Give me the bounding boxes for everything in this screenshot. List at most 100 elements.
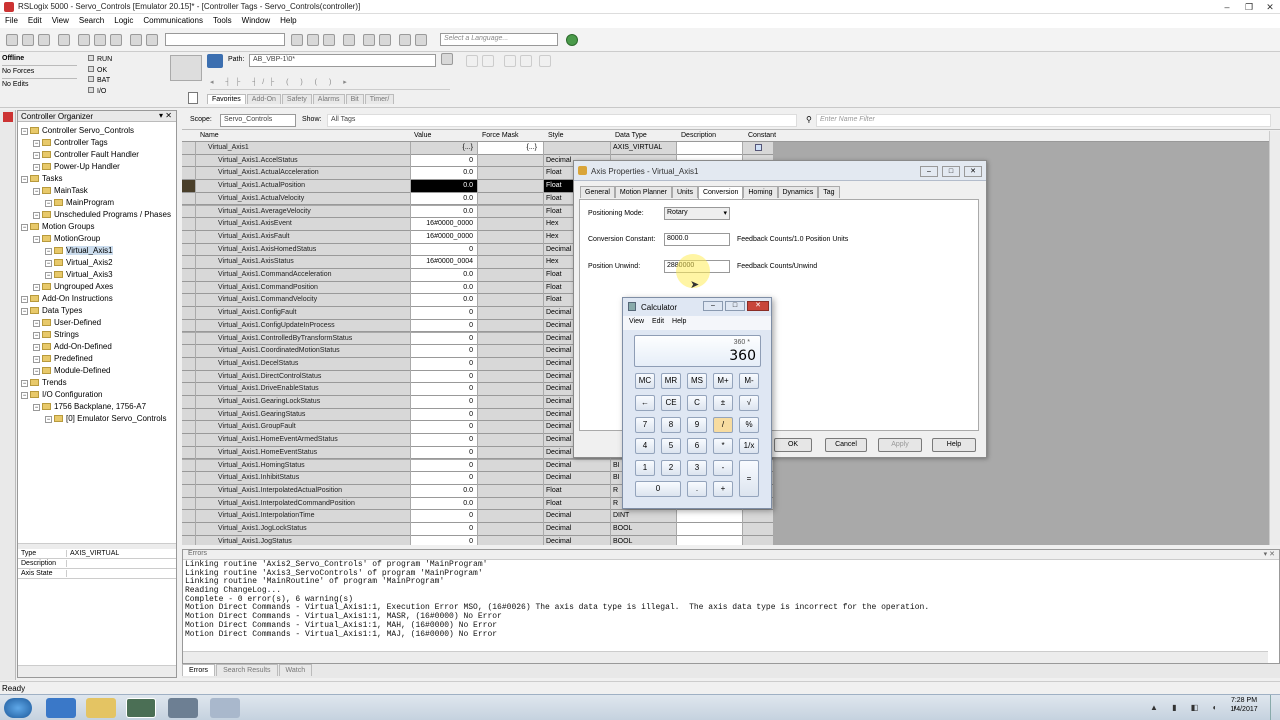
expander-icon[interactable]: − bbox=[21, 296, 28, 303]
organizer-item[interactable]: − Controller Fault Handler bbox=[18, 149, 176, 161]
tag-value[interactable]: 16#0000_0000 bbox=[411, 218, 477, 231]
tag-value[interactable]: 0 bbox=[411, 510, 477, 523]
expander-icon[interactable]: − bbox=[45, 260, 52, 267]
expander-icon[interactable]: − bbox=[33, 404, 40, 411]
offline-icon[interactable] bbox=[520, 55, 532, 67]
row-selector[interactable] bbox=[182, 523, 195, 536]
tab-homing[interactable]: Homing bbox=[743, 186, 778, 198]
cancel-button[interactable]: Cancel bbox=[825, 438, 867, 452]
row-selector[interactable] bbox=[182, 269, 195, 282]
organizer-item[interactable]: − Tasks bbox=[18, 173, 176, 185]
tag-style[interactable]: Decimal bbox=[544, 472, 610, 485]
row-selector[interactable] bbox=[182, 167, 195, 181]
row-selector[interactable] bbox=[182, 319, 195, 333]
organizer-item[interactable]: − User-Defined bbox=[18, 317, 176, 329]
calc-key[interactable]: - bbox=[713, 460, 733, 476]
tag-value[interactable]: 0 bbox=[411, 535, 477, 545]
restore-button[interactable]: ❐ bbox=[1240, 1, 1258, 13]
row-selector[interactable] bbox=[182, 484, 195, 498]
language-select[interactable]: Select a Language... bbox=[440, 33, 558, 46]
tab-general[interactable]: General bbox=[580, 186, 615, 198]
tag-value[interactable]: 0 bbox=[411, 154, 477, 168]
who-active-icon[interactable] bbox=[441, 53, 453, 65]
dialog-close-button[interactable]: ✕ bbox=[964, 166, 982, 177]
instruction-tab-alarms[interactable]: Alarms bbox=[312, 94, 345, 104]
calc-key[interactable]: CE bbox=[661, 395, 681, 411]
expander-icon[interactable]: − bbox=[33, 236, 40, 243]
props-hscroll[interactable] bbox=[18, 665, 176, 677]
calc-key[interactable]: 3 bbox=[687, 460, 707, 476]
tag-value[interactable]: 0.0 bbox=[411, 192, 477, 206]
dialog-maximize-button[interactable]: □ bbox=[942, 166, 960, 177]
tag-description[interactable] bbox=[677, 510, 742, 523]
row-selector[interactable] bbox=[182, 243, 195, 257]
expander-icon[interactable]: − bbox=[33, 284, 40, 291]
organizer-item[interactable]: − 1756 Backplane, 1756-A7 bbox=[18, 401, 176, 413]
calc-key[interactable]: / bbox=[713, 417, 733, 433]
instruction-tab-safety[interactable]: Safety bbox=[281, 94, 312, 104]
organizer-item[interactable]: − [0] Emulator Servo_Controls bbox=[18, 413, 176, 425]
calc-key[interactable]: 9 bbox=[687, 417, 707, 433]
tag-value[interactable]: 0.0 bbox=[411, 497, 477, 511]
expander-icon[interactable]: − bbox=[33, 164, 40, 171]
calc-key[interactable]: M- bbox=[739, 373, 759, 389]
tag-value[interactable]: 0 bbox=[411, 370, 477, 384]
tag-constant[interactable] bbox=[743, 142, 773, 155]
minimize-button[interactable]: – bbox=[1218, 1, 1236, 13]
calc-key[interactable]: ± bbox=[713, 395, 733, 411]
organizer-item[interactable]: − I/O Configuration bbox=[18, 389, 176, 401]
tag-row[interactable]: Virtual_Axis1 {...} {...} AXIS_VIRTUAL bbox=[182, 142, 1259, 155]
calc-key[interactable]: 4 bbox=[635, 438, 655, 454]
calc-key[interactable]: 8 bbox=[661, 417, 681, 433]
output-tab-errors[interactable]: Errors bbox=[182, 664, 216, 676]
row-selector[interactable] bbox=[182, 180, 195, 193]
row-selector[interactable] bbox=[182, 497, 195, 511]
tag-value[interactable]: 0.0 bbox=[411, 484, 477, 498]
tab-conversion[interactable]: Conversion bbox=[697, 186, 744, 199]
edits-status[interactable]: No Edits bbox=[2, 81, 77, 92]
file-explorer-icon[interactable] bbox=[86, 698, 116, 718]
column-header-style[interactable]: Style bbox=[548, 132, 564, 139]
verify-icon[interactable] bbox=[343, 34, 355, 46]
column-header-value[interactable]: Value bbox=[414, 132, 431, 139]
row-selector[interactable] bbox=[182, 472, 195, 485]
expander-icon[interactable]: − bbox=[33, 212, 40, 219]
expander-icon[interactable]: − bbox=[33, 140, 40, 147]
expander-icon[interactable]: − bbox=[33, 152, 40, 159]
tab-tag[interactable]: Tag bbox=[818, 186, 840, 198]
row-selector[interactable] bbox=[182, 434, 195, 447]
menu-communications[interactable]: Communications bbox=[138, 14, 208, 27]
tag-value[interactable]: 0.0 bbox=[411, 180, 477, 193]
column-header-data-type[interactable]: Data Type bbox=[615, 132, 647, 139]
expander-icon[interactable]: − bbox=[21, 176, 28, 183]
calc-key[interactable]: . bbox=[687, 481, 707, 497]
go-icon[interactable] bbox=[539, 55, 551, 67]
organizer-item[interactable]: − Unscheduled Programs / Phases bbox=[18, 209, 176, 221]
expander-icon[interactable]: − bbox=[21, 224, 28, 231]
open-icon[interactable] bbox=[22, 34, 34, 46]
new-icon[interactable] bbox=[6, 34, 18, 46]
row-selector[interactable] bbox=[182, 345, 195, 358]
organizer-item[interactable]: − Controller Tags bbox=[18, 137, 176, 149]
expander-icon[interactable]: − bbox=[33, 344, 40, 351]
tag-value[interactable]: 0 bbox=[411, 383, 477, 396]
expander-icon[interactable]: − bbox=[45, 248, 52, 255]
tag-value[interactable]: 0.0 bbox=[411, 269, 477, 282]
tag-value[interactable]: 0 bbox=[411, 408, 477, 422]
forces-status[interactable]: No Forces bbox=[2, 68, 77, 79]
tag-value[interactable]: 0 bbox=[411, 243, 477, 257]
checkbox-icon[interactable] bbox=[755, 144, 762, 151]
expander-icon[interactable]: − bbox=[21, 308, 28, 315]
organizer-item[interactable]: − Module-Defined bbox=[18, 365, 176, 377]
column-header-name[interactable]: Name bbox=[200, 132, 219, 139]
calc-key[interactable]: % bbox=[739, 417, 759, 433]
rslogix-taskbar-icon[interactable] bbox=[126, 698, 156, 718]
close-button[interactable]: ✕ bbox=[1261, 1, 1279, 13]
organizer-item[interactable]: − Virtual_Axis3 bbox=[18, 269, 176, 281]
row-selector[interactable] bbox=[182, 205, 195, 219]
organizer-item[interactable]: − Data Types bbox=[18, 305, 176, 317]
calc-minimize-button[interactable]: – bbox=[703, 301, 723, 311]
instruction-tab-favorites[interactable]: Favorites bbox=[207, 94, 246, 104]
tag-style[interactable]: Decimal bbox=[544, 535, 610, 545]
organizer-item[interactable]: − Add-On Instructions bbox=[18, 293, 176, 305]
